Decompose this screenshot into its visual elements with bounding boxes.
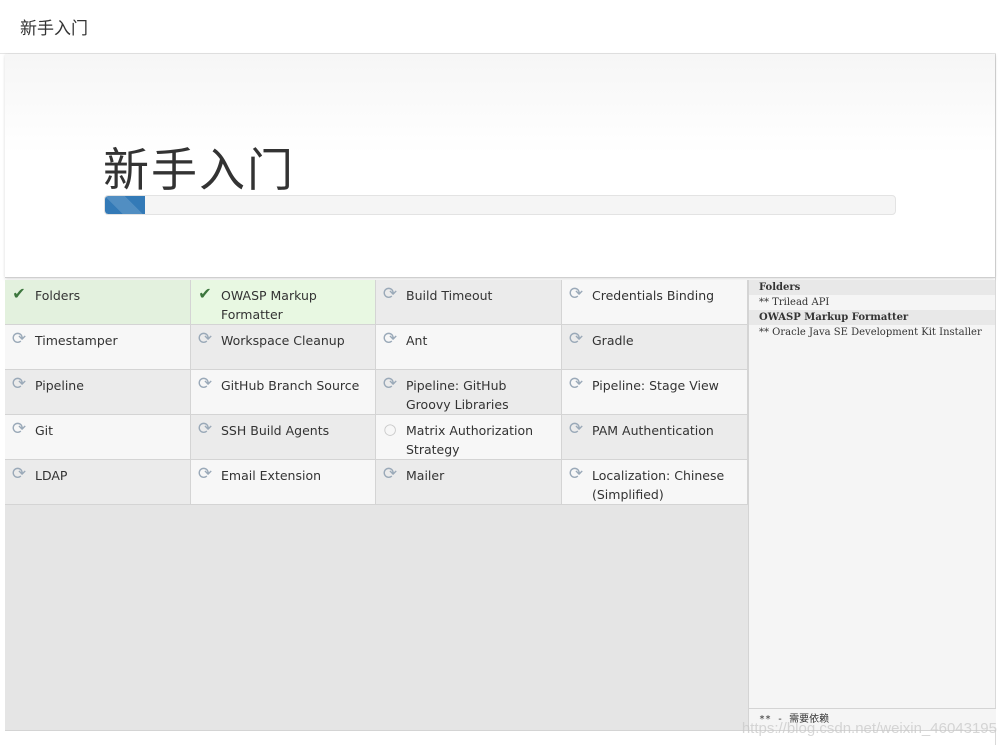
plugin-label: Email Extension xyxy=(221,468,322,483)
plugin-label: LDAP xyxy=(35,468,68,483)
refresh-icon: ⟳ xyxy=(382,464,398,484)
plugin-item: ⟳ Pipeline: GitHub Groovy Libraries xyxy=(376,370,562,415)
plugin-item: ⟳ Gradle xyxy=(562,325,748,370)
refresh-icon: ⟳ xyxy=(568,329,584,349)
refresh-icon: ⟳ xyxy=(197,374,213,394)
plugin-label: Localization: Chinese (Simplified) xyxy=(592,468,725,502)
plugin-item: ⟳ Pipeline xyxy=(5,370,191,415)
refresh-icon: ⟳ xyxy=(11,419,27,439)
watermark-text: https://blog.csdn.net/weixin_46043195 xyxy=(741,720,997,737)
plugin-item: ✔ Folders xyxy=(5,280,191,325)
plugin-item: ⟳ Mailer xyxy=(376,460,562,505)
plugin-label: Timestamper xyxy=(35,333,118,348)
plugin-label: Mailer xyxy=(406,468,445,483)
plugin-item: ⟳ Email Extension xyxy=(191,460,376,505)
plugin-label: GitHub Branch Source xyxy=(221,378,360,393)
plugin-label: Workspace Cleanup xyxy=(221,333,345,348)
log-line: OWASP Markup Formatter xyxy=(749,310,995,325)
refresh-icon: ⟳ xyxy=(568,464,584,484)
wizard-header: 新手入门 xyxy=(0,0,996,54)
install-progress-bar xyxy=(104,195,896,215)
refresh-icon: ⟳ xyxy=(568,284,584,304)
plugin-item: ⟳ SSH Build Agents xyxy=(191,415,376,460)
plugin-item: ⟳ Pipeline: Stage View xyxy=(562,370,748,415)
plugin-label: Pipeline xyxy=(35,378,84,393)
log-line: ** Oracle Java SE Development Kit Instal… xyxy=(759,327,982,338)
refresh-icon: ⟳ xyxy=(11,329,27,349)
plugin-label: Folders xyxy=(35,288,81,303)
plugin-label: Pipeline: GitHub Groovy Libraries xyxy=(406,378,509,412)
plugin-item: ⟳ Credentials Binding xyxy=(562,280,748,325)
plugin-item: ✔ OWASP Markup Formatter xyxy=(191,280,376,325)
plugin-label: OWASP Markup Formatter xyxy=(221,288,317,322)
plugin-item: ⟳ Timestamper xyxy=(5,325,191,370)
refresh-icon: ⟳ xyxy=(197,419,213,439)
refresh-icon: ⟳ xyxy=(11,374,27,394)
refresh-icon: ⟳ xyxy=(568,419,584,439)
install-log-panel: Folders ** Trilead API OWASP Markup Format… xyxy=(748,280,996,730)
plugin-label: Credentials Binding xyxy=(592,288,715,303)
plugin-label: Pipeline: Stage View xyxy=(592,378,719,393)
circle-icon: ○ xyxy=(383,420,397,438)
check-icon: ✔ xyxy=(198,284,212,303)
plugin-list-area: ✔ Folders ✔ OWASP Markup Formatter ⟳ Build Ti… xyxy=(5,280,748,730)
log-line: ** Trilead API xyxy=(759,297,830,308)
setup-wizard-frame: 新手入门 新手入门 ✔ Folders ✔ OWASP Markup Formatte… xyxy=(0,0,996,745)
install-log: Folders ** Trilead API OWASP Markup Format… xyxy=(749,280,995,340)
plugin-label: Gradle xyxy=(592,333,634,348)
page-title: 新手入门 xyxy=(103,143,295,197)
plugin-label: SSH Build Agents xyxy=(221,423,330,438)
plugin-item: ⟳ Build Timeout xyxy=(376,280,562,325)
plugin-item: ⟳ Ant xyxy=(376,325,562,370)
plugin-item: ⟳ Localization: Chinese (Simplified) xyxy=(562,460,748,505)
log-line: Folders xyxy=(749,280,995,295)
plugin-item: ⟳ Git xyxy=(5,415,191,460)
plugin-label: PAM Authentication xyxy=(592,423,714,438)
refresh-icon: ⟳ xyxy=(382,329,398,349)
plugin-label: Matrix Authorization Strategy xyxy=(406,423,534,457)
plugin-item: ⟳ LDAP xyxy=(5,460,191,505)
plugin-label: Build Timeout xyxy=(406,288,493,303)
plugin-label: Git xyxy=(35,423,54,438)
plugin-grid: ✔ Folders ✔ OWASP Markup Formatter ⟳ Build Ti… xyxy=(5,280,748,505)
header-title: 新手入门 xyxy=(20,19,88,39)
check-icon: ✔ xyxy=(12,284,26,303)
progress-bar-fill xyxy=(105,196,145,214)
refresh-icon: ⟳ xyxy=(568,374,584,394)
plugin-label: Ant xyxy=(406,333,428,348)
refresh-icon: ⟳ xyxy=(11,464,27,484)
plugin-item: ○ Matrix Authorization Strategy xyxy=(376,415,562,460)
jumbotron: 新手入门 xyxy=(5,54,995,278)
plugin-item: ⟳ PAM Authentication xyxy=(562,415,748,460)
refresh-icon: ⟳ xyxy=(382,374,398,394)
refresh-icon: ⟳ xyxy=(197,329,213,349)
refresh-icon: ⟳ xyxy=(197,464,213,484)
plugin-item: ⟳ GitHub Branch Source xyxy=(191,370,376,415)
refresh-icon: ⟳ xyxy=(382,284,398,304)
plugin-item: ⟳ Workspace Cleanup xyxy=(191,325,376,370)
